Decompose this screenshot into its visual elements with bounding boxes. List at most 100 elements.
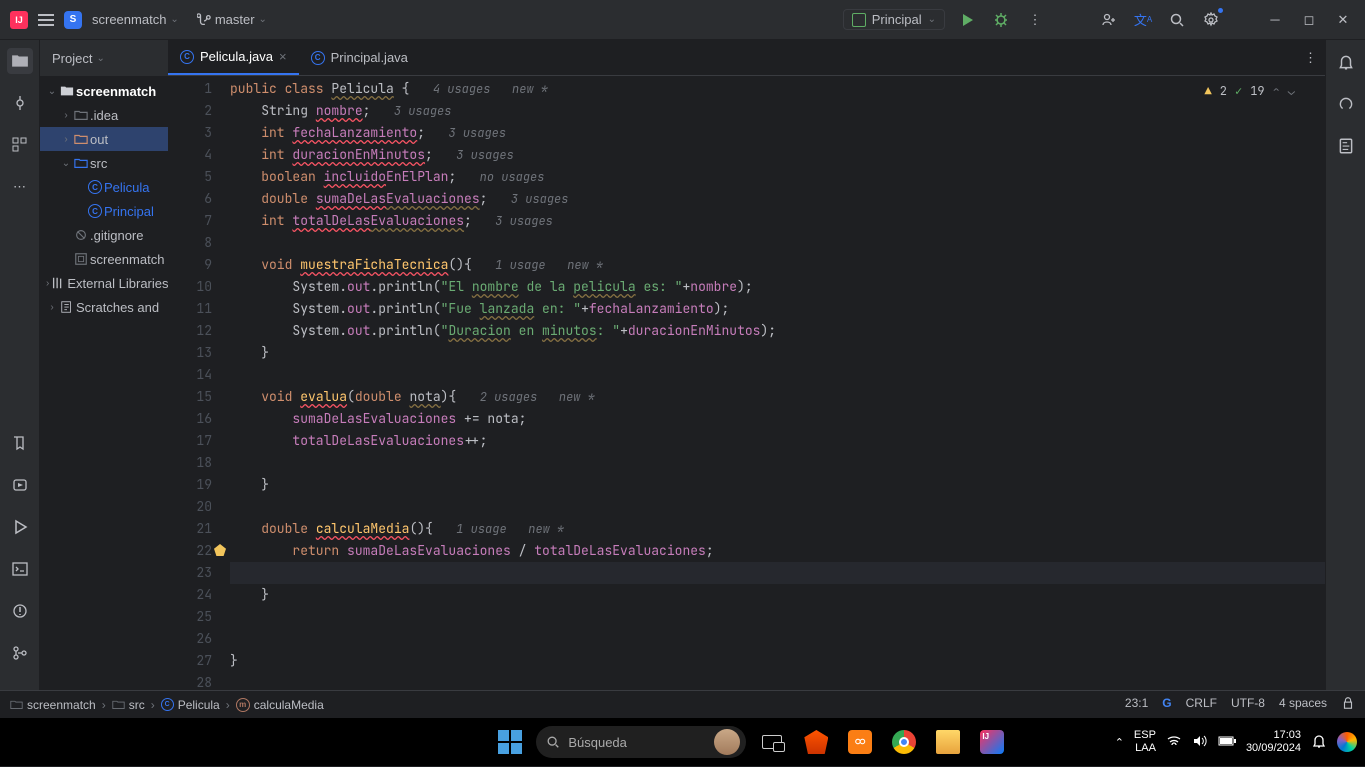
- tree-row[interactable]: ›Scratches and: [40, 295, 168, 319]
- code-line[interactable]: int fechaLanzamiento; 3 usages: [230, 122, 1325, 144]
- bookmarks-tool-icon[interactable]: [7, 430, 33, 456]
- code-line[interactable]: boolean incluidoEnElPlan; no usages: [230, 166, 1325, 188]
- indent[interactable]: 4 spaces: [1279, 696, 1327, 713]
- tray-chevron-icon[interactable]: ⌃: [1115, 736, 1124, 749]
- taskbar-search[interactable]: Búsqueda: [536, 726, 746, 758]
- chrome-icon[interactable]: [886, 724, 922, 760]
- code-line[interactable]: }: [230, 584, 1325, 606]
- minimize-icon[interactable]: ─: [1263, 8, 1287, 32]
- tree-row[interactable]: screenmatch: [40, 247, 168, 271]
- run-button[interactable]: [955, 8, 979, 32]
- search-placeholder: Búsqueda: [568, 735, 627, 750]
- structure-tool-icon[interactable]: [7, 132, 33, 158]
- code-line[interactable]: [230, 672, 1325, 690]
- ai-assistant-icon[interactable]: [1334, 92, 1358, 116]
- google-icon[interactable]: G: [1162, 696, 1171, 713]
- chevron-down-icon: ⌄: [96, 53, 104, 64]
- code-line[interactable]: [230, 232, 1325, 254]
- tree-row[interactable]: ⌄src: [40, 151, 168, 175]
- problems-tool-icon[interactable]: [7, 598, 33, 624]
- battery-icon[interactable]: [1218, 735, 1236, 750]
- vcs-tool-icon[interactable]: [7, 640, 33, 666]
- code-line[interactable]: [230, 364, 1325, 386]
- lang-indicator[interactable]: ESP LAA: [1134, 729, 1156, 755]
- clock[interactable]: 17:03 30/09/2024: [1246, 729, 1301, 755]
- commit-tool-icon[interactable]: [7, 90, 33, 116]
- services-tool-icon[interactable]: [7, 472, 33, 498]
- cursor-position[interactable]: 23:1: [1125, 696, 1148, 713]
- more-tools-icon[interactable]: ⋯: [7, 174, 33, 200]
- project-header[interactable]: Project ⌄: [40, 40, 168, 76]
- line-separator[interactable]: CRLF: [1186, 696, 1217, 713]
- code-line[interactable]: void muestraFichaTecnica(){ 1 usage new …: [230, 254, 1325, 276]
- terminal-tool-icon[interactable]: [7, 556, 33, 582]
- search-icon[interactable]: [1165, 8, 1189, 32]
- tree-row[interactable]: ›.idea: [40, 103, 168, 127]
- code-line[interactable]: [230, 496, 1325, 518]
- code-line[interactable]: return sumaDeLasEvaluaciones / totalDeLa…: [230, 540, 1325, 562]
- close-tab-icon[interactable]: ×: [279, 49, 287, 64]
- code-line[interactable]: [230, 606, 1325, 628]
- breadcrumb-item[interactable]: CPelicula: [161, 698, 220, 712]
- code-line[interactable]: System.out.println("Fue lanzada en: "+fe…: [230, 298, 1325, 320]
- project-tool-icon[interactable]: [7, 48, 33, 74]
- code-line[interactable]: int totalDeLasEvaluaciones; 3 usages: [230, 210, 1325, 232]
- encoding[interactable]: UTF-8: [1231, 696, 1265, 713]
- maximize-icon[interactable]: ◻: [1297, 8, 1321, 32]
- wifi-icon[interactable]: [1166, 733, 1182, 752]
- project-tree[interactable]: ⌄screenmatch›.idea›out⌄srcCPeliculaCPrin…: [40, 76, 168, 690]
- copilot-icon[interactable]: [1337, 732, 1357, 752]
- code-line[interactable]: int duracionEnMinutos; 3 usages: [230, 144, 1325, 166]
- volume-icon[interactable]: [1192, 733, 1208, 752]
- code-line[interactable]: System.out.println("Duracion en minutos:…: [230, 320, 1325, 342]
- run-tool-icon[interactable]: [7, 514, 33, 540]
- tree-row[interactable]: CPelicula: [40, 175, 168, 199]
- search-icon: [546, 735, 560, 749]
- code-line[interactable]: [230, 452, 1325, 474]
- tree-row[interactable]: .gitignore: [40, 223, 168, 247]
- start-button[interactable]: [492, 724, 528, 760]
- translate-icon[interactable]: 文A: [1131, 8, 1155, 32]
- code-line[interactable]: void evalua(double nota){ 2 usages new *: [230, 386, 1325, 408]
- tree-row[interactable]: ›External Libraries: [40, 271, 168, 295]
- tray-notifications-icon[interactable]: [1311, 733, 1327, 752]
- readonly-toggle-icon[interactable]: [1341, 696, 1355, 713]
- breadcrumb-item[interactable]: screenmatch: [10, 698, 96, 712]
- debug-button[interactable]: [989, 8, 1013, 32]
- code-line[interactable]: totalDeLasEvaluaciones++;: [230, 430, 1325, 452]
- code-line[interactable]: String nombre; 3 usages: [230, 100, 1325, 122]
- code-line[interactable]: }: [230, 650, 1325, 672]
- breadcrumb-item[interactable]: mcalculaMedia: [236, 698, 324, 712]
- database-icon[interactable]: [1334, 134, 1358, 158]
- tabs-more-icon[interactable]: ⋮: [1296, 40, 1325, 75]
- code-line[interactable]: double calculaMedia(){ 1 usage new *: [230, 518, 1325, 540]
- code-line[interactable]: [230, 628, 1325, 650]
- editor-tab[interactable]: CPrincipal.java: [299, 40, 420, 75]
- project-selector[interactable]: screenmatch ⌄: [92, 12, 179, 27]
- code-line[interactable]: public class Pelicula { 4 usages new *: [230, 78, 1325, 100]
- code-line[interactable]: System.out.println("El nombre de la peli…: [230, 276, 1325, 298]
- tree-row[interactable]: ⌄screenmatch: [40, 79, 168, 103]
- main-menu-icon[interactable]: [38, 11, 54, 29]
- code-line[interactable]: sumaDeLasEvaluaciones += nota;: [230, 408, 1325, 430]
- code-line[interactable]: double sumaDeLasEvaluaciones; 3 usages: [230, 188, 1325, 210]
- more-actions-icon[interactable]: ⋮: [1023, 8, 1047, 32]
- tree-row[interactable]: ›out: [40, 127, 168, 151]
- code-line[interactable]: [230, 562, 1325, 584]
- breadcrumb-item[interactable]: src: [112, 698, 145, 712]
- code-with-me-icon[interactable]: [1097, 8, 1121, 32]
- explorer-icon[interactable]: [930, 724, 966, 760]
- close-icon[interactable]: ✕: [1331, 8, 1355, 32]
- brave-icon[interactable]: [798, 724, 834, 760]
- code-line[interactable]: }: [230, 474, 1325, 496]
- intellij-icon[interactable]: IJ: [974, 724, 1010, 760]
- vcs-branch[interactable]: master ⌄: [197, 12, 267, 27]
- code-line[interactable]: }: [230, 342, 1325, 364]
- settings-icon[interactable]: [1199, 8, 1223, 32]
- editor-tab[interactable]: CPelicula.java×: [168, 40, 299, 75]
- xampp-icon[interactable]: ထ: [842, 724, 878, 760]
- tree-row[interactable]: CPrincipal: [40, 199, 168, 223]
- run-config-selector[interactable]: Principal ⌄: [843, 9, 945, 30]
- taskview-icon[interactable]: [754, 724, 790, 760]
- notifications-icon[interactable]: [1334, 50, 1358, 74]
